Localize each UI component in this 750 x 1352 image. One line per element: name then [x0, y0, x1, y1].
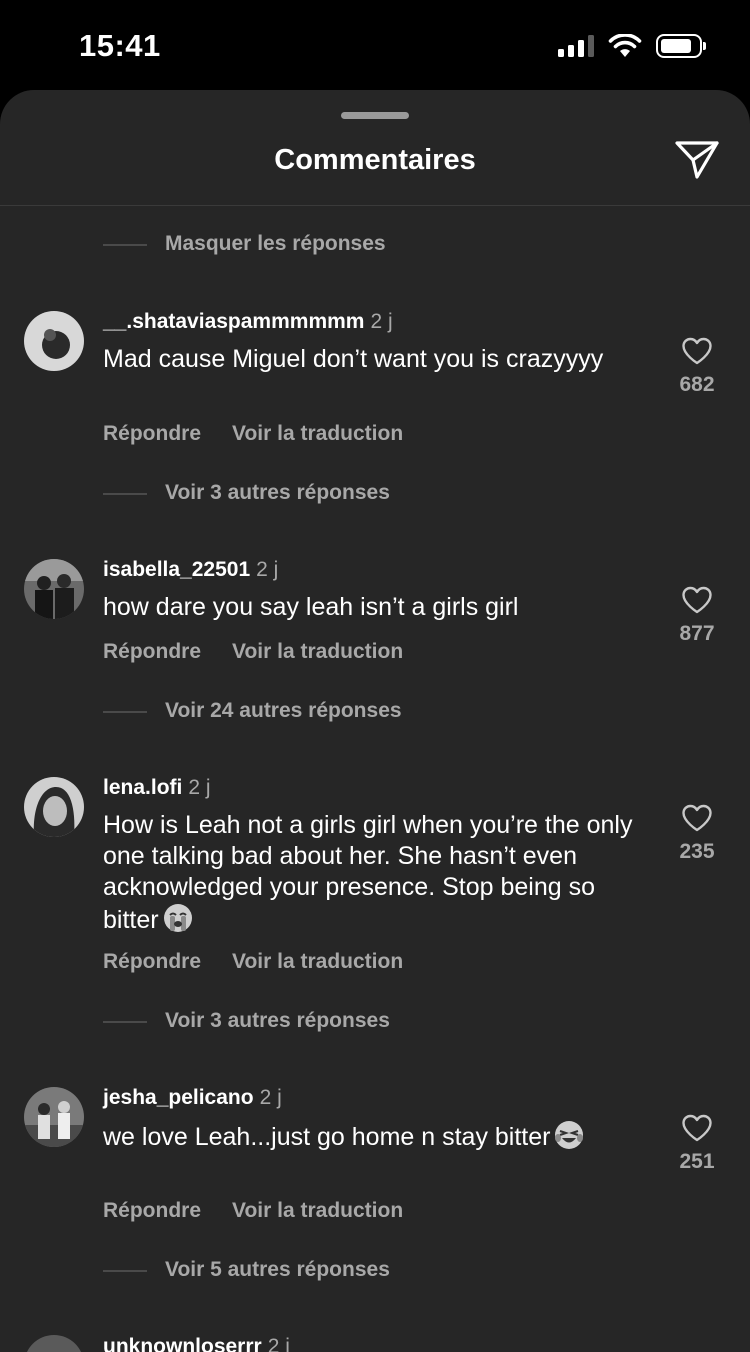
avatar[interactable]	[24, 311, 84, 371]
comment-text-body: we love Leah...just go home n stay bitte…	[103, 1123, 551, 1151]
like-count: 235	[679, 840, 715, 863]
thread-line	[103, 493, 147, 495]
translate-button[interactable]: Voir la traduction	[232, 1199, 403, 1222]
reply-button[interactable]: Répondre	[103, 422, 201, 445]
view-replies-button[interactable]: Voir 3 autres réponses	[165, 1009, 390, 1033]
like-control: 877	[672, 586, 722, 646]
comment-actions: Répondre Voir la traduction	[103, 640, 403, 664]
comment-actions: Répondre Voir la traduction	[103, 422, 403, 446]
status-icons	[558, 34, 706, 58]
like-control: 235	[672, 804, 722, 864]
comment-header: unknownloserrr 2 j	[103, 1335, 290, 1352]
thread-line	[103, 1270, 147, 1272]
comment-text: How is Leah not a girls girl when you’re…	[103, 810, 643, 936]
like-count: 682	[679, 373, 715, 396]
thread-line	[103, 711, 147, 713]
like-control: 251	[672, 1114, 722, 1174]
comment-header: lena.lofi 2 j	[103, 776, 211, 800]
comment-text: we love Leah...just go home n stay bitte…	[103, 1120, 643, 1153]
like-count: 251	[679, 1150, 715, 1173]
username[interactable]: lena.lofi	[103, 776, 182, 799]
comments-sheet: Commentaires Masquer les réponses __.sha…	[0, 90, 750, 1352]
heart-icon[interactable]	[681, 1114, 713, 1142]
comment-time: 2 j	[256, 558, 279, 581]
reply-button[interactable]: Répondre	[103, 640, 201, 663]
username[interactable]: __.shataviaspammmmmm	[103, 310, 364, 333]
comment-header: jesha_pelicano 2 j	[103, 1086, 282, 1110]
translate-button[interactable]: Voir la traduction	[232, 640, 403, 663]
hide-replies-button[interactable]: Masquer les réponses	[165, 232, 386, 256]
username[interactable]: unknownloserrr	[103, 1335, 262, 1352]
heart-icon[interactable]	[681, 804, 713, 832]
avatar[interactable]	[24, 559, 84, 619]
username[interactable]: jesha_pelicano	[103, 1086, 254, 1109]
battery-icon	[656, 34, 706, 58]
comment-actions: Répondre Voir la traduction	[103, 1199, 403, 1223]
thread-line	[103, 244, 147, 246]
comment-actions: Répondre Voir la traduction	[103, 950, 403, 974]
status-time: 15:41	[79, 28, 161, 63]
comment-header: __.shataviaspammmmmm 2 j	[103, 310, 393, 334]
header-divider	[0, 205, 750, 206]
comment-time: 2 j	[188, 776, 211, 799]
username[interactable]: isabella_22501	[103, 558, 250, 581]
avatar[interactable]	[24, 1087, 84, 1147]
share-button[interactable]	[672, 136, 722, 182]
comment-time: 2 j	[267, 1335, 290, 1352]
comment-text: how dare you say leah isn’t a girls girl	[103, 593, 519, 621]
sheet-title: Commentaires	[274, 144, 476, 176]
comment-text: Mad cause Miguel don’t want you is crazy…	[103, 345, 604, 373]
like-control: 682	[672, 337, 722, 397]
translate-button[interactable]: Voir la traduction	[232, 950, 403, 973]
heart-icon[interactable]	[681, 586, 713, 614]
view-replies-button[interactable]: Voir 3 autres réponses	[165, 481, 390, 505]
cellular-signal-icon	[558, 35, 594, 57]
comment-header: isabella_22501 2 j	[103, 558, 278, 582]
reply-button[interactable]: Répondre	[103, 950, 201, 973]
view-replies-button[interactable]: Voir 24 autres réponses	[165, 699, 402, 723]
translate-button[interactable]: Voir la traduction	[232, 422, 403, 445]
view-replies-button[interactable]: Voir 5 autres réponses	[165, 1258, 390, 1282]
laughing-face-emoji-icon	[555, 1121, 584, 1149]
reply-button[interactable]: Répondre	[103, 1199, 201, 1222]
comment-time: 2 j	[259, 1086, 282, 1109]
like-count: 877	[679, 622, 715, 645]
heart-icon[interactable]	[681, 337, 713, 365]
avatar[interactable]	[24, 1335, 84, 1352]
comment-time: 2 j	[370, 310, 393, 333]
paper-plane-icon	[675, 141, 719, 179]
avatar[interactable]	[24, 777, 84, 837]
wifi-icon	[608, 34, 642, 57]
thread-line	[103, 1021, 147, 1023]
crying-face-emoji-icon	[163, 904, 192, 932]
status-bar: 15:41	[0, 0, 750, 92]
sheet-grabber-handle[interactable]	[341, 112, 409, 119]
